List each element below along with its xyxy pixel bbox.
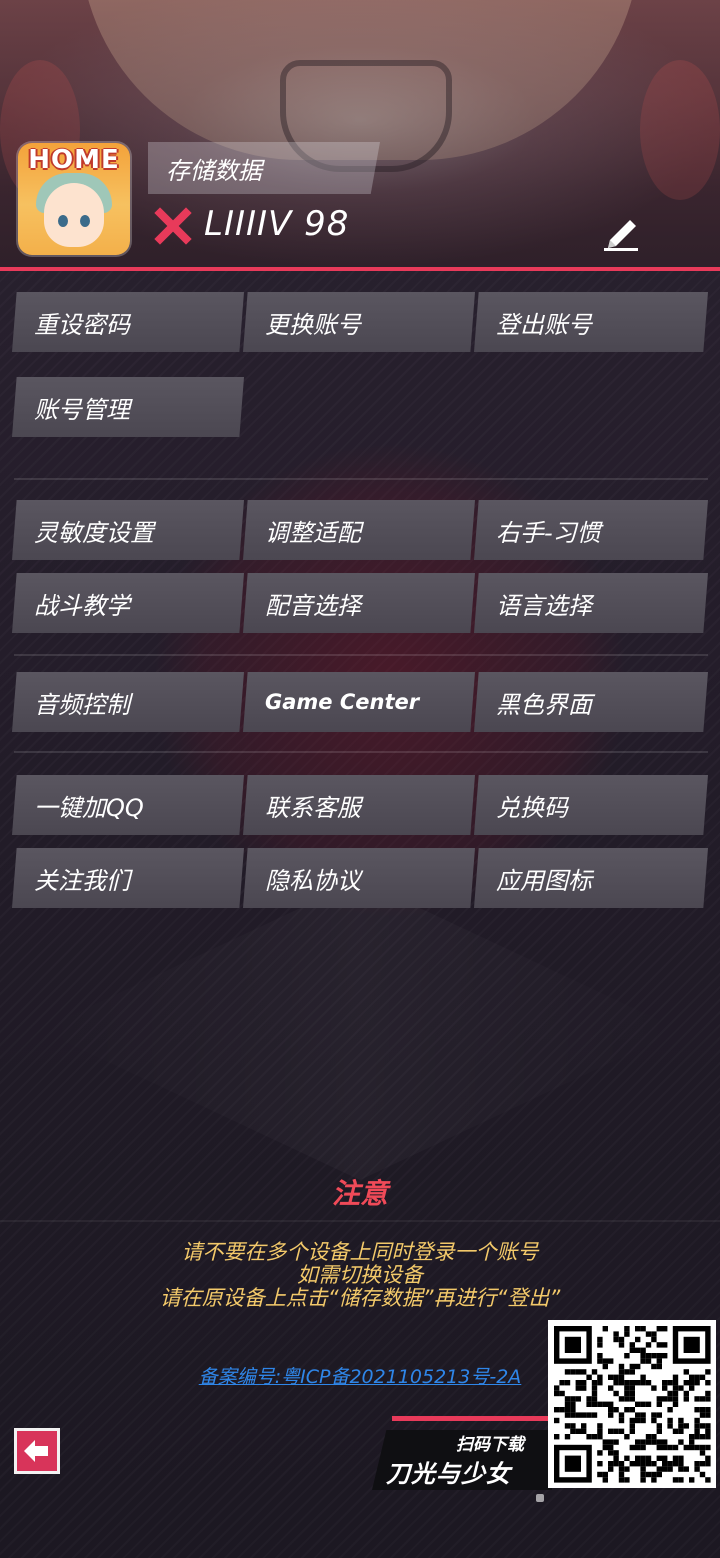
- game-logo-text: 刀光与少女: [386, 1460, 511, 1488]
- join-qq-button[interactable]: 一键加QQ: [12, 775, 244, 835]
- qr-code: [548, 1320, 716, 1488]
- sensitivity-settings-button[interactable]: 灵敏度设置: [12, 500, 244, 560]
- storage-data-label: 存储数据: [166, 156, 262, 185]
- qr-code-pattern: [554, 1326, 711, 1483]
- customer-service-button[interactable]: 联系客服: [243, 775, 475, 835]
- back-button[interactable]: [14, 1428, 60, 1474]
- pencil-icon[interactable]: [600, 212, 642, 252]
- logout-account-button[interactable]: 登出账号: [474, 292, 708, 352]
- notice-divider: [0, 1220, 720, 1222]
- dark-mode-button[interactable]: 黑色界面: [474, 672, 708, 732]
- right-hand-habit-button[interactable]: 右手-习惯: [474, 500, 708, 560]
- reset-password-button[interactable]: 重设密码: [12, 292, 244, 352]
- header-accent-line: [0, 267, 720, 271]
- switch-account-button[interactable]: 更换账号: [243, 292, 475, 352]
- redeem-code-button[interactable]: 兑换码: [474, 775, 708, 835]
- avatar[interactable]: HOME: [18, 143, 130, 255]
- section-divider: [14, 478, 708, 480]
- account-management-button[interactable]: 账号管理: [12, 377, 244, 437]
- notice-title: 注意: [331, 1177, 388, 1210]
- decorative-dot: [536, 1494, 544, 1502]
- combat-tutorial-button[interactable]: 战斗教学: [12, 573, 244, 633]
- scan-download-label: 扫码下载: [456, 1435, 524, 1455]
- follow-us-button[interactable]: 关注我们: [12, 848, 244, 908]
- language-selection-button[interactable]: 语言选择: [474, 573, 708, 633]
- download-promo: 扫码下载 刀光与少女: [372, 1414, 552, 1490]
- audio-control-button[interactable]: 音频控制: [12, 672, 244, 732]
- game-center-button[interactable]: Game Center: [243, 672, 475, 732]
- voice-selection-button[interactable]: 配音选择: [243, 573, 475, 633]
- notice-line: 请在原设备上点击“储存数据”再进行“登出”: [159, 1286, 561, 1310]
- player-level: LIIIIV 98: [204, 204, 350, 244]
- privacy-policy-button[interactable]: 隐私协议: [243, 848, 475, 908]
- adjust-adaptation-button[interactable]: 调整适配: [243, 500, 475, 560]
- arrow-left-icon: [24, 1440, 48, 1462]
- section-divider: [14, 654, 708, 656]
- storage-data-button[interactable]: 存储数据: [148, 142, 380, 194]
- app-icon-button[interactable]: 应用图标: [474, 848, 708, 908]
- section-divider: [14, 751, 708, 753]
- avatar-badge: HOME: [28, 145, 120, 175]
- cross-icon: [154, 207, 192, 245]
